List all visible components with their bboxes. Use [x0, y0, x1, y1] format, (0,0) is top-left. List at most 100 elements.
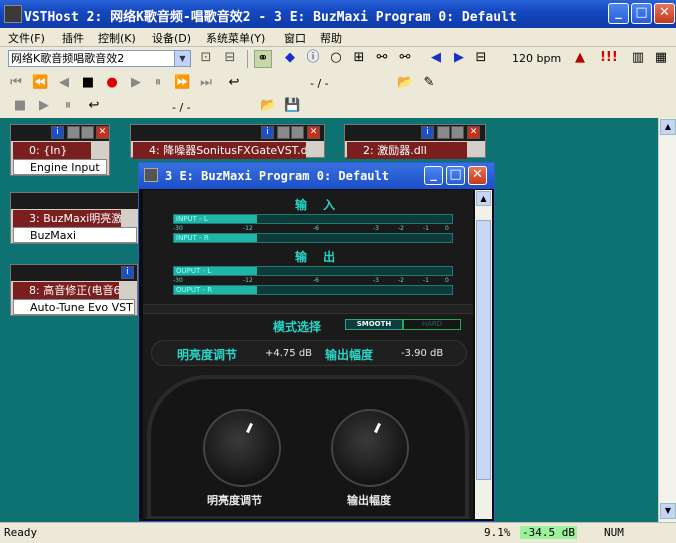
plugin-sub: Auto-Tune Evo VST	[13, 299, 135, 315]
pause-2-icon[interactable]: ⏸	[60, 98, 76, 114]
info-icon[interactable]: i	[261, 126, 274, 139]
forward-icon[interactable]: ⏩	[174, 75, 190, 91]
chevron-down-icon[interactable]: ▼	[174, 51, 190, 66]
close-button[interactable]: ✕	[654, 3, 675, 24]
menu-devices[interactable]: 设备(D)	[152, 30, 191, 46]
info-icon[interactable]: ⓘ	[305, 50, 321, 66]
output-scale: -30 -12 -6 -3 -2 -1 0	[173, 277, 453, 285]
scroll-up-icon[interactable]: ▲	[660, 119, 676, 135]
panel-divider	[143, 304, 473, 314]
plugin-box-input[interactable]: i ✕ 0: {In} Engine Input	[10, 124, 110, 176]
rewind-icon[interactable]: ⏪	[32, 75, 48, 91]
bypass-icon[interactable]	[437, 126, 450, 139]
editor-minimize-button[interactable]: _	[424, 166, 443, 185]
edit-icon[interactable]: ✎	[421, 75, 437, 91]
output-knob-label: 输出幅度	[347, 494, 391, 507]
editor-scrollbar[interactable]: ▲	[475, 190, 492, 519]
mute-icon[interactable]	[81, 126, 94, 139]
menu-control[interactable]: 控制(K)	[98, 30, 136, 46]
panic-icon[interactable]: !!!	[600, 50, 618, 66]
play-2-icon[interactable]: ▶	[36, 98, 52, 114]
midi-icon[interactable]: ▦	[653, 50, 669, 66]
editor-titlebar[interactable]: 3 E: BuzMaxi Program 0: Default _ □ ✕	[139, 163, 494, 189]
diamond-icon[interactable]: ◆	[282, 50, 298, 66]
editor-maximize-button[interactable]: □	[446, 166, 465, 185]
stop-icon[interactable]: ■	[80, 75, 96, 91]
open-folder-icon[interactable]: 📂	[397, 75, 413, 91]
menu-help[interactable]: 帮助	[320, 30, 342, 46]
status-ready: Ready	[4, 526, 38, 539]
record-icon[interactable]: ●	[104, 75, 120, 91]
plugin-box-autotune[interactable]: i 8: 高音修正(电音6)次 Auto-Tune Evo VST	[10, 264, 138, 316]
plugin-box-buzmaxi[interactable]: 3: BuzMaxi明亮激励器 BuzMaxi	[10, 192, 140, 244]
preset-select[interactable]: 网络K歌音频唱歌音效2 ▼	[8, 50, 191, 67]
open-folder-2-icon[interactable]: 📂	[260, 98, 276, 114]
close-icon[interactable]: ✕	[307, 126, 320, 139]
editor-scroll-up-icon[interactable]: ▲	[476, 191, 491, 206]
plugin-header	[11, 193, 139, 209]
layout-icon[interactable]: ⊟	[473, 50, 489, 66]
plugin-editor-window[interactable]: 3 E: BuzMaxi Program 0: Default _ □ ✕ 输 …	[138, 162, 495, 522]
link-icon[interactable]: ⚭	[254, 50, 272, 68]
plugin-box-denoiser[interactable]: i ✕ 4: 降噪器SonitusFXGateVST.dll	[130, 124, 325, 159]
circle-icon[interactable]: ○	[328, 50, 344, 66]
mute-icon[interactable]	[291, 126, 304, 139]
arrow-right-icon[interactable]: ▶	[451, 50, 467, 66]
info-icon[interactable]: i	[121, 266, 134, 279]
output-knob[interactable]	[331, 409, 409, 487]
brightness-knob[interactable]	[203, 409, 281, 487]
bypass-icon[interactable]	[67, 126, 80, 139]
pause-icon[interactable]: ⏸	[150, 75, 166, 91]
plugin-add-icon[interactable]: ⊞	[351, 50, 367, 66]
menu-window[interactable]: 窗口	[284, 30, 306, 46]
output-r-label: OUPUT - R	[176, 286, 213, 294]
bpm-display: 120 bpm	[512, 52, 562, 65]
knob-pointer	[246, 422, 253, 434]
close-icon[interactable]: ✕	[467, 126, 480, 139]
scale-tick: 0	[445, 277, 449, 284]
keyboard-icon[interactable]: ▥	[630, 50, 646, 66]
bypass-icon[interactable]	[277, 126, 290, 139]
status-bar: Ready 9.1% -34.5 dB NUM	[0, 522, 676, 543]
preset-select-value: 网络K歌音频唱歌音效2	[11, 52, 125, 65]
menu-plugins[interactable]: 插件	[62, 30, 84, 46]
status-db: -34.5 dB	[520, 526, 577, 539]
menu-file[interactable]: 文件(F)	[8, 30, 45, 46]
menu-system[interactable]: 系统菜单(Y)	[206, 30, 265, 46]
rewind-start-icon[interactable]: ⏮	[8, 75, 24, 91]
stop-2-icon[interactable]: ■	[12, 98, 28, 114]
loop-2-icon[interactable]: ↩	[86, 98, 102, 114]
loop-icon[interactable]: ↩	[226, 75, 242, 91]
forward-end-icon[interactable]: ⏭	[198, 75, 214, 91]
close-icon[interactable]: ✕	[96, 126, 109, 139]
status-cpu: 9.1%	[484, 526, 511, 539]
position-display-2: - / -	[172, 101, 191, 114]
mode-smooth-button[interactable]: SMOOTH	[345, 319, 403, 330]
mute-icon[interactable]	[451, 126, 464, 139]
save-icon[interactable]: 💾	[284, 98, 300, 114]
tool-1-icon[interactable]: ⊡	[198, 50, 214, 66]
chain-icon[interactable]: ⚯	[374, 50, 390, 66]
output-r-meter: OUPUT - R	[173, 285, 453, 295]
plugin-box-exciter[interactable]: i ✕ 2: 激励器.dll	[344, 124, 486, 159]
scroll-down-icon[interactable]: ▼	[660, 503, 676, 519]
play-icon[interactable]: ▶	[128, 75, 144, 91]
info-icon[interactable]: i	[421, 126, 434, 139]
editor-scroll-thumb[interactable]	[476, 220, 491, 480]
plugin-icon	[144, 168, 158, 182]
scale-tick: -30	[173, 225, 183, 232]
metronome-icon[interactable]: ▲	[572, 50, 588, 66]
chain-2-icon[interactable]: ⚯	[397, 50, 413, 66]
editor-close-button[interactable]: ✕	[468, 166, 487, 185]
maximize-button[interactable]: □	[631, 3, 652, 24]
step-back-icon[interactable]: ◀	[56, 75, 72, 91]
minimize-button[interactable]: _	[608, 3, 629, 24]
arrow-left-icon[interactable]: ◀	[428, 50, 444, 66]
mode-hard-button[interactable]: HARD	[403, 319, 461, 330]
output-section-label: 输 出	[295, 250, 342, 264]
info-icon[interactable]: i	[51, 126, 64, 139]
workspace-scrollbar[interactable]: ▲ ▼	[658, 118, 676, 522]
brightness-value: +4.75 dB	[265, 348, 313, 359]
tool-2-icon[interactable]: ⊟	[222, 50, 238, 66]
main-titlebar[interactable]: VSTHost 2: 网络K歌音频-唱歌音效2 - 3 E: BuzMaxi P…	[0, 0, 676, 28]
